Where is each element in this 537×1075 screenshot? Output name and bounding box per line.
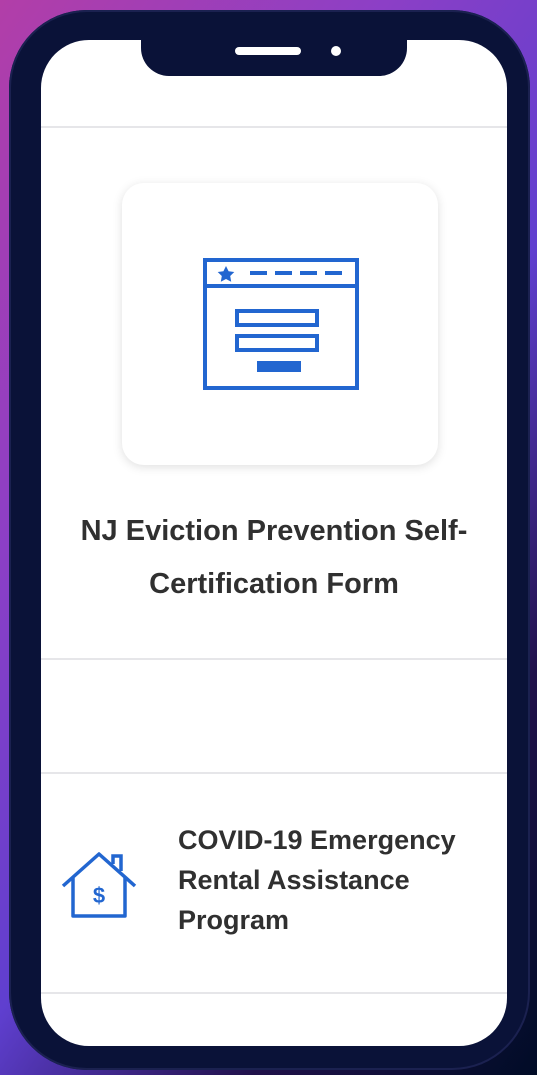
front-camera — [331, 46, 341, 56]
phone-side-button — [12, 326, 22, 408]
web-form-icon — [203, 258, 359, 390]
svg-text:$: $ — [93, 883, 105, 908]
phone-side-button — [12, 152, 22, 200]
speaker-grille — [235, 47, 301, 55]
program-title-line: Program — [178, 905, 290, 935]
divider — [41, 772, 507, 774]
phone-side-button — [12, 228, 22, 310]
program-link-title[interactable]: COVID-19 Emergency Rental Assistance Pro… — [178, 820, 498, 940]
form-icon-card[interactable] — [122, 183, 438, 465]
program-title-line: COVID-19 Emergency — [178, 825, 456, 855]
phone-notch — [141, 20, 407, 76]
form-link-title[interactable]: NJ Eviction Prevention Self- Certificati… — [41, 505, 507, 611]
divider — [41, 658, 507, 660]
divider — [41, 992, 507, 994]
phone-screen: NJ Eviction Prevention Self- Certificati… — [41, 40, 507, 1046]
program-title-line: Rental Assistance — [178, 865, 410, 895]
form-title-line: NJ Eviction Prevention Self- — [80, 515, 468, 547]
divider — [41, 126, 507, 128]
form-title-line: Certification Form — [149, 568, 399, 600]
house-dollar-icon: $ — [61, 852, 137, 918]
